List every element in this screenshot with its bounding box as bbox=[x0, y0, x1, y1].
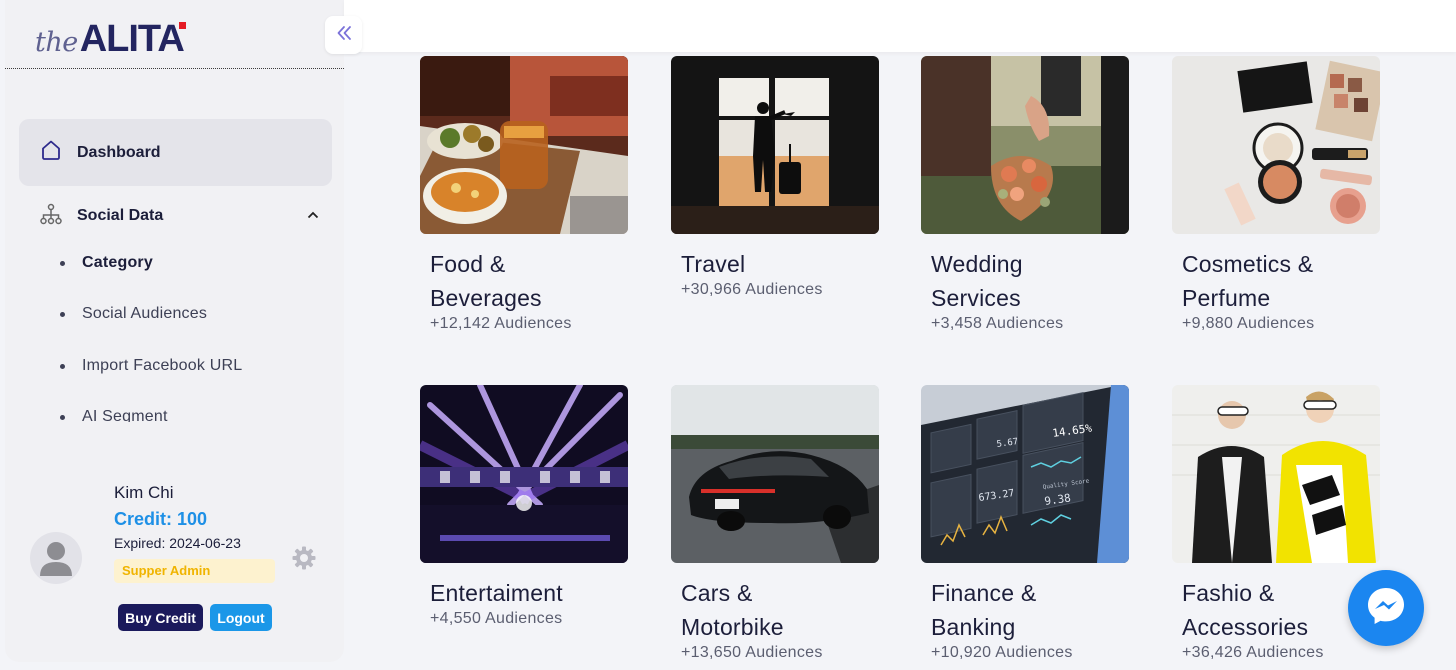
category-audience-count: +12,142 Audiences bbox=[430, 315, 572, 332]
category-audience-count: +30,966 Audiences bbox=[681, 281, 823, 298]
travel-photo-icon bbox=[671, 56, 879, 234]
submenu-item-label: Social Audiences bbox=[82, 305, 208, 322]
category-title: Entertaiment bbox=[430, 580, 563, 606]
home-icon bbox=[39, 138, 63, 167]
chevron-up-icon[interactable] bbox=[306, 208, 320, 227]
submenu-item-social-audiences[interactable]: Social Audiences bbox=[60, 305, 207, 323]
category-card-food-beverages[interactable]: Food & Beverages +12,142 Audiences bbox=[420, 56, 628, 333]
cosmetics-photo-icon bbox=[1172, 56, 1380, 234]
logo-name: ALITA bbox=[79, 18, 186, 60]
logo-prefix: the bbox=[35, 27, 78, 58]
category-audience-count: +13,650 Audiences bbox=[681, 644, 823, 661]
avatar[interactable] bbox=[30, 532, 82, 584]
app-logo[interactable]: the ALITA bbox=[35, 14, 186, 60]
messenger-chat-button[interactable] bbox=[1348, 570, 1424, 646]
collapse-sidebar-button[interactable] bbox=[325, 16, 362, 54]
category-audience-count: +10,920 Audiences bbox=[931, 644, 1073, 661]
social-data-submenu: Category Social Audiences Import Faceboo… bbox=[60, 244, 340, 422]
sidebar-item-social-data[interactable]: Social Data bbox=[19, 196, 332, 236]
category-audience-count: +36,426 Audiences bbox=[1182, 644, 1324, 661]
category-card-entertainment[interactable]: Entertaiment +4,550 Audiences bbox=[420, 385, 628, 628]
concert-photo-icon bbox=[420, 385, 628, 563]
category-card-cars-motorbike[interactable]: Cars & Motorbike +13,650 Audiences bbox=[671, 385, 879, 662]
bullet-icon bbox=[60, 260, 65, 266]
fashion-photo-icon bbox=[1172, 385, 1380, 563]
double-chevron-left-icon bbox=[335, 24, 353, 47]
hierarchy-icon bbox=[39, 202, 63, 231]
submenu-item-label: AI Segment bbox=[82, 408, 168, 422]
gear-icon[interactable] bbox=[291, 545, 317, 576]
category-audience-count: +3,458 Audiences bbox=[931, 315, 1064, 332]
sidebar-item-label: Social Data bbox=[77, 207, 164, 224]
submenu-item-label: Category bbox=[82, 254, 153, 271]
profile-expired: Expired: 2024-06-23 bbox=[114, 535, 241, 551]
category-title: Cars & Motorbike bbox=[681, 580, 784, 640]
submenu-item-category[interactable]: Category bbox=[60, 254, 153, 272]
food-photo-icon bbox=[420, 56, 628, 234]
category-title: Food & Beverages bbox=[430, 251, 542, 311]
sidebar: the ALITA Dashboard Social Data Category bbox=[5, 0, 344, 662]
submenu-item-label: Import Facebook URL bbox=[82, 357, 243, 374]
sidebar-item-dashboard[interactable]: Dashboard bbox=[19, 119, 332, 186]
category-card-travel[interactable]: Travel +30,966 Audiences bbox=[671, 56, 879, 299]
buy-credit-button[interactable]: Buy Credit bbox=[118, 604, 203, 631]
category-audience-count: +4,550 Audiences bbox=[430, 610, 563, 627]
bullet-icon bbox=[60, 414, 65, 420]
category-title: Wedding Services bbox=[931, 251, 1023, 311]
bullet-icon bbox=[60, 311, 65, 317]
wedding-photo-icon bbox=[921, 56, 1129, 234]
category-card-cosmetics-perfume[interactable]: Cosmetics & Perfume +9,880 Audiences bbox=[1172, 56, 1380, 333]
top-bar bbox=[344, 0, 1456, 52]
finance-photo-icon: 14.65% 5.67 673.27 Quality Score 9.38 bbox=[921, 385, 1129, 563]
submenu-item-ai-segment[interactable]: AI Segment bbox=[60, 408, 168, 422]
messenger-icon bbox=[1364, 584, 1408, 633]
car-photo-icon bbox=[671, 385, 879, 563]
category-title: Finance & Banking bbox=[931, 580, 1037, 640]
logout-button[interactable]: Logout bbox=[210, 604, 272, 631]
category-card-finance-banking[interactable]: 14.65% 5.67 673.27 Quality Score 9.38 Fi… bbox=[921, 385, 1129, 662]
category-title: Travel bbox=[681, 251, 746, 277]
category-card-fashion-accessories[interactable]: Fashio & Accessories +36,426 Audiences bbox=[1172, 385, 1380, 662]
profile-name: Kim Chi bbox=[114, 483, 174, 502]
category-card-wedding-services[interactable]: Wedding Services +3,458 Audiences bbox=[921, 56, 1129, 333]
profile-credit: Credit: 100 bbox=[114, 509, 208, 529]
category-audience-count: +9,880 Audiences bbox=[1182, 315, 1315, 332]
logo-divider bbox=[5, 68, 344, 69]
bullet-icon bbox=[60, 363, 65, 369]
submenu-item-import-facebook-url[interactable]: Import Facebook URL bbox=[60, 357, 242, 375]
sidebar-item-label: Dashboard bbox=[77, 143, 161, 161]
role-badge: Supper Admin bbox=[114, 559, 275, 583]
category-title: Cosmetics & Perfume bbox=[1182, 251, 1314, 311]
